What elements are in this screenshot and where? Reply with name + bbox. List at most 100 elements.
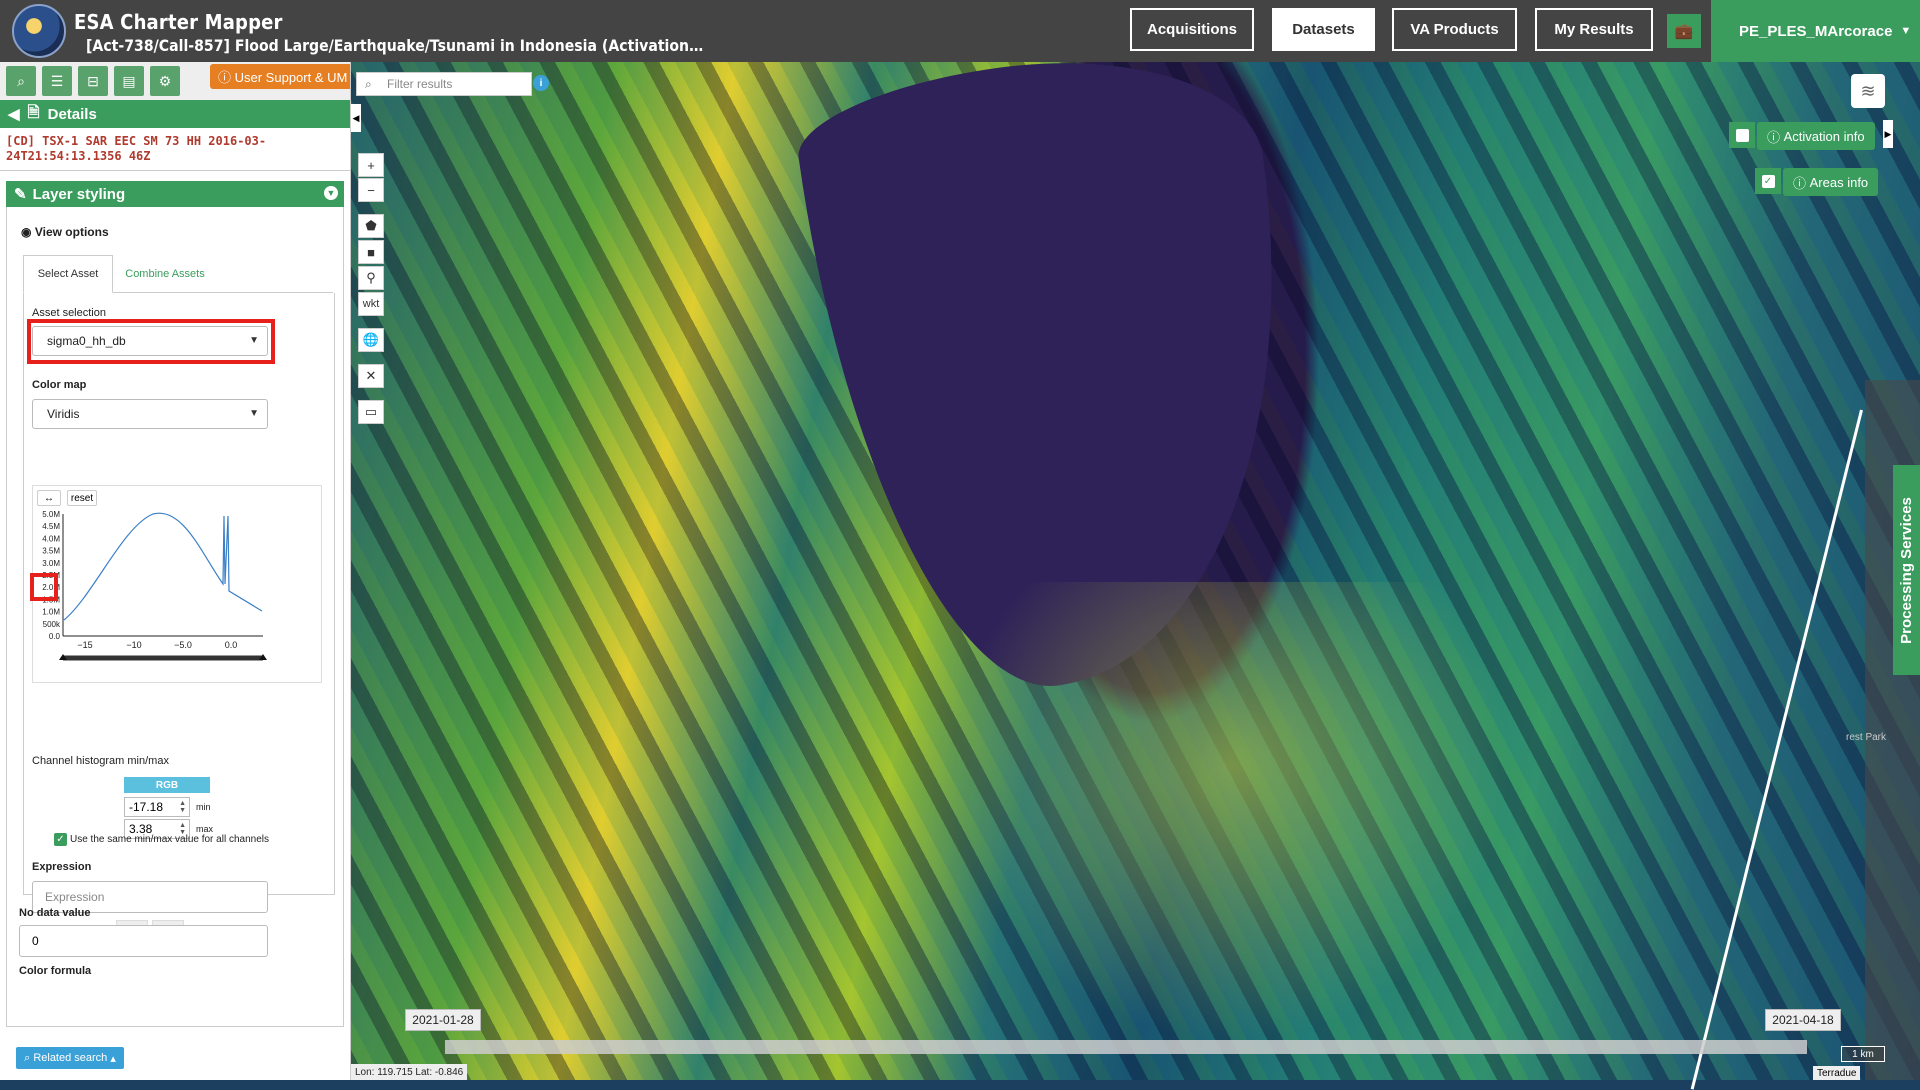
min-label: min [196,802,211,812]
top-bar: ESA Charter Mapper [Act-738/Call-857] Fl… [0,0,1920,62]
same-minmax-label: Use the same min/max value for all chann… [70,834,269,845]
expression-label: Expression [32,861,92,873]
ruler-icon[interactable]: ▭ [358,400,384,424]
globe-icon[interactable]: 🌐 [358,328,384,352]
tab-combine-assets[interactable]: Combine Assets [115,255,215,293]
related-search-button[interactable]: ⌕ Related search ▴ [16,1047,124,1069]
search-icon[interactable]: ⌕ [6,66,36,96]
histogram-curve [63,512,263,621]
related-search-label: Related search [33,1052,108,1064]
user-support-button[interactable]: ⓘ User Support & UM [210,64,350,89]
nodata-input[interactable]: 0 [19,925,268,957]
tab-select-asset[interactable]: Select Asset [23,255,113,293]
layer-styling-label: Layer styling [32,185,126,203]
search-icon: ⌕ [365,77,372,91]
scale-bar: 1 km [1841,1046,1885,1062]
x-tick-label: 0.0 [225,640,238,650]
cursor-coordinates: Lon: 119.715 Lat: -0.846 [351,1064,468,1080]
collapse-right-icon[interactable]: ▶ [1883,120,1893,148]
gear-icon[interactable]: ⚙ [150,66,180,96]
zoom-in-button[interactable]: + [358,153,384,177]
color-map-value: Viridis [47,407,80,421]
activation-info-checkbox[interactable] [1729,122,1755,148]
briefcase-icon[interactable]: 💼 [1667,14,1701,48]
histogram-panel: ↔ reset 5.0M 4.5M 4.0M 3.5M 3.0M 2.5M 2.0M 1.5M… [32,485,322,683]
details-header[interactable]: ◀ 🗎 Details [0,100,350,128]
fullscreen-icon[interactable]: ✕ [358,364,384,388]
back-chevron-icon[interactable]: ◀ [8,105,20,123]
nav-acquisitions[interactable]: Acquisitions [1130,8,1254,51]
highlight-asset-select [27,319,275,364]
sidebar: ⌕ ☰ ⊟ ▤ ⚙ ⓘ User Support & UM ◀ 🗎 Details … [0,62,351,1080]
layers-icon[interactable]: ≋ [1851,74,1885,108]
areas-info-button[interactable]: ⓘ Areas info [1783,168,1879,196]
collapse-left-icon[interactable]: ◀ [351,104,361,132]
y-tick-label: 500k [43,620,61,629]
color-map-label: Color map [32,379,87,391]
asset-tabs: Select Asset Combine Assets [23,255,333,293]
nav-va-products[interactable]: VA Products [1392,8,1517,51]
rgb-badge: RGB [124,777,210,793]
layer-styling-panel: ◉ View options Select Asset Combine Asse… [6,207,344,1027]
x-tick-label: −10 [126,640,141,650]
eye-icon: ◉ [21,225,32,239]
areas-info-checkbox[interactable]: ✓ [1755,168,1781,194]
park-label: rest Park [1846,732,1887,743]
map-credit[interactable]: Terradue [1813,1066,1861,1080]
details-label: Details [47,105,97,123]
activation-title: [Act-738/Call-857] Flood Large/Earthquak… [86,36,704,55]
draw-polygon-icon[interactable]: ⬟ [358,214,384,238]
y-tick-label: 5.0M [42,510,60,519]
collapse-chevron-icon[interactable]: ▼ [324,186,338,200]
draw-rectangle-icon[interactable]: ■ [358,240,384,264]
asset-selection-label: Asset selection [32,307,106,319]
user-support-label: User Support & UM [234,70,348,85]
draw-wkt-button[interactable]: wkt [358,292,384,316]
x-tick-label: −15 [77,640,92,650]
activation-info-label: Activation info [1783,128,1865,144]
checkmark-icon: ✓ [1761,174,1775,188]
min-input[interactable]: -17.18 ▲ ▼ [124,797,190,817]
sidebar-toolbar: ⌕ ☰ ⊟ ▤ ⚙ ⓘ User Support & UM [0,62,350,100]
y-tick-label: 3.5M [42,547,60,556]
draw-point-icon[interactable]: ⚲ [358,266,384,290]
brush-icon: ✎ [14,186,27,203]
chevron-down-icon: ▼ [1900,25,1912,37]
app-title: ESA Charter Mapper [74,10,283,34]
nav-my-results[interactable]: My Results [1535,8,1653,51]
view-options: ◉ View options [21,225,109,239]
nav-datasets[interactable]: Datasets [1272,8,1375,51]
color-map-select[interactable]: Viridis ▼ [32,399,268,429]
y-tick-label: 3.0M [42,559,60,568]
user-menu[interactable]: PE_PLES_MArcorace ▼ [1711,0,1920,62]
timeline-end-date[interactable]: 2021-04-18 [1765,1009,1841,1031]
same-minmax-checkbox[interactable]: ✓ [54,833,67,846]
filter-results-input[interactable]: ⌕ Filter results [356,72,532,96]
timeline-bar[interactable] [445,1040,1807,1054]
nodata-value: 0 [32,934,39,948]
urban-area [951,582,1511,1042]
min-value: -17.18 [129,800,164,814]
y-tick-label: 0.0 [49,632,61,641]
activation-info-button[interactable]: ⓘ Activation info [1757,122,1875,150]
timeline-start-date[interactable]: 2021-01-28 [405,1009,481,1031]
stepper-icon[interactable]: ▲ ▼ [179,800,186,814]
filter-placeholder: Filter results [387,77,453,91]
y-tick-label: 1.0M [42,608,60,617]
list-icon[interactable]: ☰ [42,66,72,96]
select-asset-pane: Asset selection sigma0_hh_db ▼ Color map … [23,293,335,940]
highlight-expand-button [30,573,58,601]
archive-icon[interactable]: ▤ [114,66,144,96]
areas-info-label: Areas info [1809,174,1869,190]
user-name: PE_PLES_MArcorace [1739,22,1893,40]
charter-logo[interactable] [12,4,66,58]
y-tick-label: 4.5M [42,522,60,531]
map-view[interactable] [351,62,1920,1080]
basket-icon[interactable]: ⊟ [78,66,108,96]
color-formula-label: Color formula [19,965,92,977]
info-icon[interactable]: i [533,75,549,91]
zoom-out-button[interactable]: − [358,178,384,202]
layer-styling-header[interactable]: ✎ Layer styling ▼ [6,181,344,207]
channel-minmax-label: Channel histogram min/max [32,755,169,767]
processing-services-tab[interactable]: Processing Services [1893,465,1920,675]
